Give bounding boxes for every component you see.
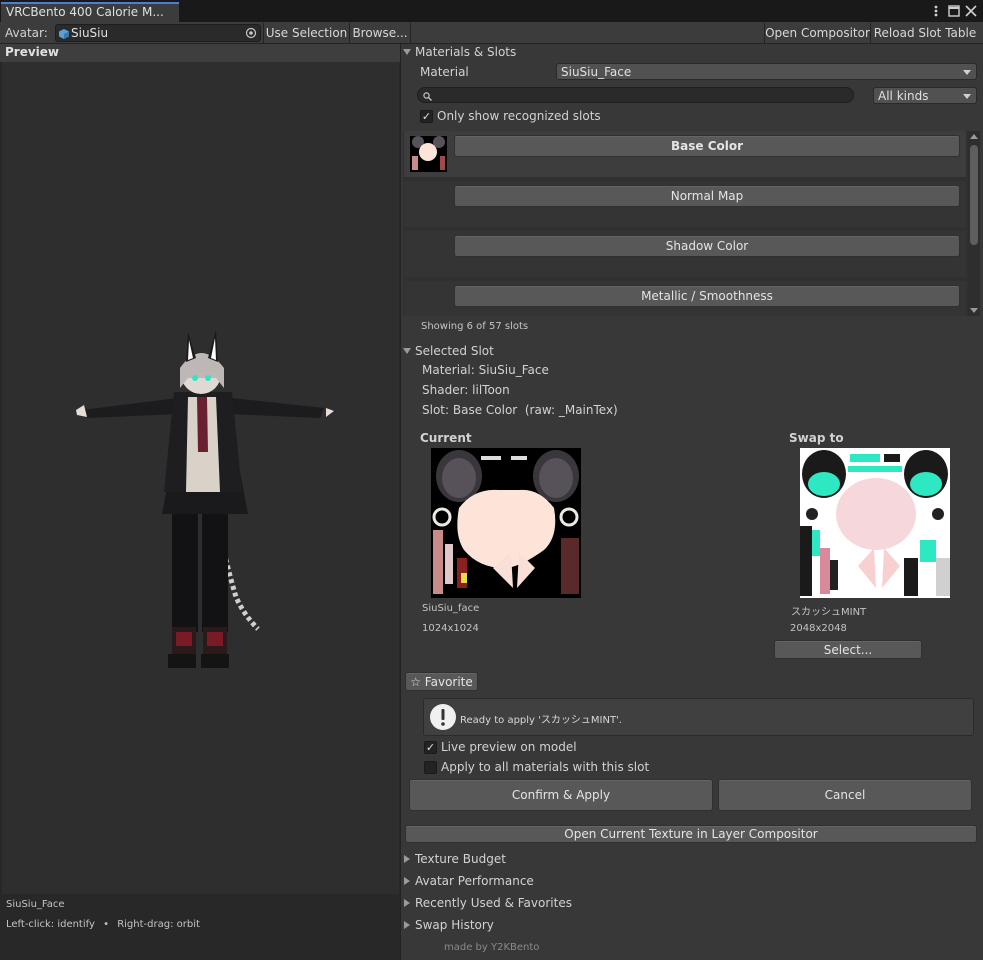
selected-slot-section-label: Selected Slot [415,344,494,358]
window-tab-title: VRCBento 400 Calorie M... [6,5,164,19]
slot-button-shadow-color[interactable]: Shadow Color [454,235,960,257]
scrollbar-thumb[interactable] [970,145,978,245]
only-recognized-label: Only show recognized slots [437,109,601,123]
status-helpbox: Ready to apply 'スカッシュMINT'. [423,698,974,736]
swap-texture-size: 2048x2048 [790,623,847,634]
live-preview-label: Live preview on model [441,740,577,754]
current-texture-name: SiuSiu_face [422,603,480,614]
slot-search-input[interactable] [417,87,854,103]
selected-slot-name: Slot: Base Color (raw: _MainTex) [422,403,618,417]
scroll-down-icon[interactable] [970,308,978,313]
open-layer-compositor-button[interactable]: Open Current Texture in Layer Compositor [405,825,977,843]
materials-section-label: Materials & Slots [415,45,517,59]
slot-button-metallic-smoothness[interactable]: Metallic / Smoothness [454,285,960,307]
preview-hint: Left-click: identify • Right-drag: orbit [6,919,200,930]
slot-button-base-color[interactable]: Base Color [454,135,960,157]
preview-header-label: Preview [5,45,60,59]
material-label: Material [420,65,469,79]
confirm-apply-button[interactable]: Confirm & Apply [409,779,713,811]
materials-section-header[interactable]: Materials & Slots [403,45,516,59]
hint-separator: • [103,919,109,930]
texture-budget-label: Texture Budget [415,852,506,866]
reload-slot-table-button[interactable]: Reload Slot Table [870,23,979,43]
swap-to-label: Swap to [789,431,844,445]
collapsed-triangle-icon [404,877,410,885]
chevron-down-icon [963,94,971,99]
current-label: Current [420,431,472,445]
hint-right-drag: Right-drag: orbit [117,919,200,930]
kind-filter-value: All kinds [878,88,929,103]
recently-used-label: Recently Used & Favorites [415,896,572,910]
kind-filter-dropdown[interactable]: All kinds [873,87,977,104]
expanded-triangle-icon [403,348,411,354]
only-recognized-checkbox[interactable]: ✓ [420,110,433,123]
select-texture-button[interactable]: Select... [774,640,922,659]
close-icon[interactable] [965,5,977,17]
expanded-triangle-icon [403,49,411,55]
material-dropdown[interactable]: SiuSiu_Face [556,63,977,80]
avatar-model[interactable] [2,62,399,894]
collapsed-triangle-icon [404,899,410,907]
avatar-performance-label: Avatar Performance [415,874,534,888]
current-texture-size: 1024x1024 [422,623,479,634]
window-tab[interactable]: VRCBento 400 Calorie M... [1,2,179,22]
recently-used-section[interactable]: Recently Used & Favorites [403,896,572,910]
info-warning-icon [429,703,457,731]
slot-button-normal-map[interactable]: Normal Map [454,185,960,207]
cancel-button[interactable]: Cancel [718,779,972,811]
favorite-button[interactable]: ☆ Favorite [405,672,478,691]
selected-material: Material: SiuSiu_Face [422,363,549,377]
use-selection-button[interactable]: Use Selection [263,23,349,43]
collapsed-triangle-icon [404,921,410,929]
slot-list-scrollbar[interactable] [968,131,980,316]
avatar-value: SiuSiu [71,26,109,40]
swap-history-section[interactable]: Swap History [403,918,494,932]
swap-texture-name: スカッシュMINT [791,607,867,618]
swap-history-label: Swap History [415,918,494,932]
live-preview-checkbox[interactable]: ✓ [424,741,437,754]
current-texture-preview [431,448,581,598]
collapsed-triangle-icon [404,855,410,863]
selected-slot-section-header[interactable]: Selected Slot [403,344,494,358]
hint-left-click: Left-click: identify [6,919,95,930]
chevron-down-icon [963,70,971,75]
apply-all-checkbox[interactable] [424,761,437,774]
preview-header: Preview [0,44,400,62]
avatar-label: Avatar: [5,26,48,40]
showing-slots-count: Showing 6 of 57 slots [421,321,529,332]
status-message: Ready to apply 'スカッシュMINT'. [460,715,622,726]
preview-viewport[interactable] [2,62,399,894]
maximize-icon[interactable] [948,5,960,17]
footer-credit: made by Y2KBento [444,942,540,953]
selected-shader: Shader: lilToon [422,383,510,397]
title-bar: VRCBento 400 Calorie M... [0,0,983,22]
apply-all-label: Apply to all materials with this slot [441,760,650,774]
avatar-field[interactable]: SiuSiu [55,24,261,42]
swap-texture-preview [800,448,950,598]
kebab-icon[interactable] [932,3,940,19]
browse-button[interactable]: Browse... [349,23,411,43]
open-compositor-button[interactable]: Open Compositor [764,23,870,43]
material-dropdown-value: SiuSiu_Face [561,64,632,79]
preview-object-name: SiuSiu_Face [6,899,65,910]
search-icon [423,90,432,101]
avatar-performance-section[interactable]: Avatar Performance [403,874,534,888]
cube-icon [59,28,69,39]
slot-thumbnail [410,136,447,172]
scroll-up-icon[interactable] [970,134,978,139]
object-picker-icon[interactable] [245,27,257,39]
texture-budget-section[interactable]: Texture Budget [403,852,506,866]
